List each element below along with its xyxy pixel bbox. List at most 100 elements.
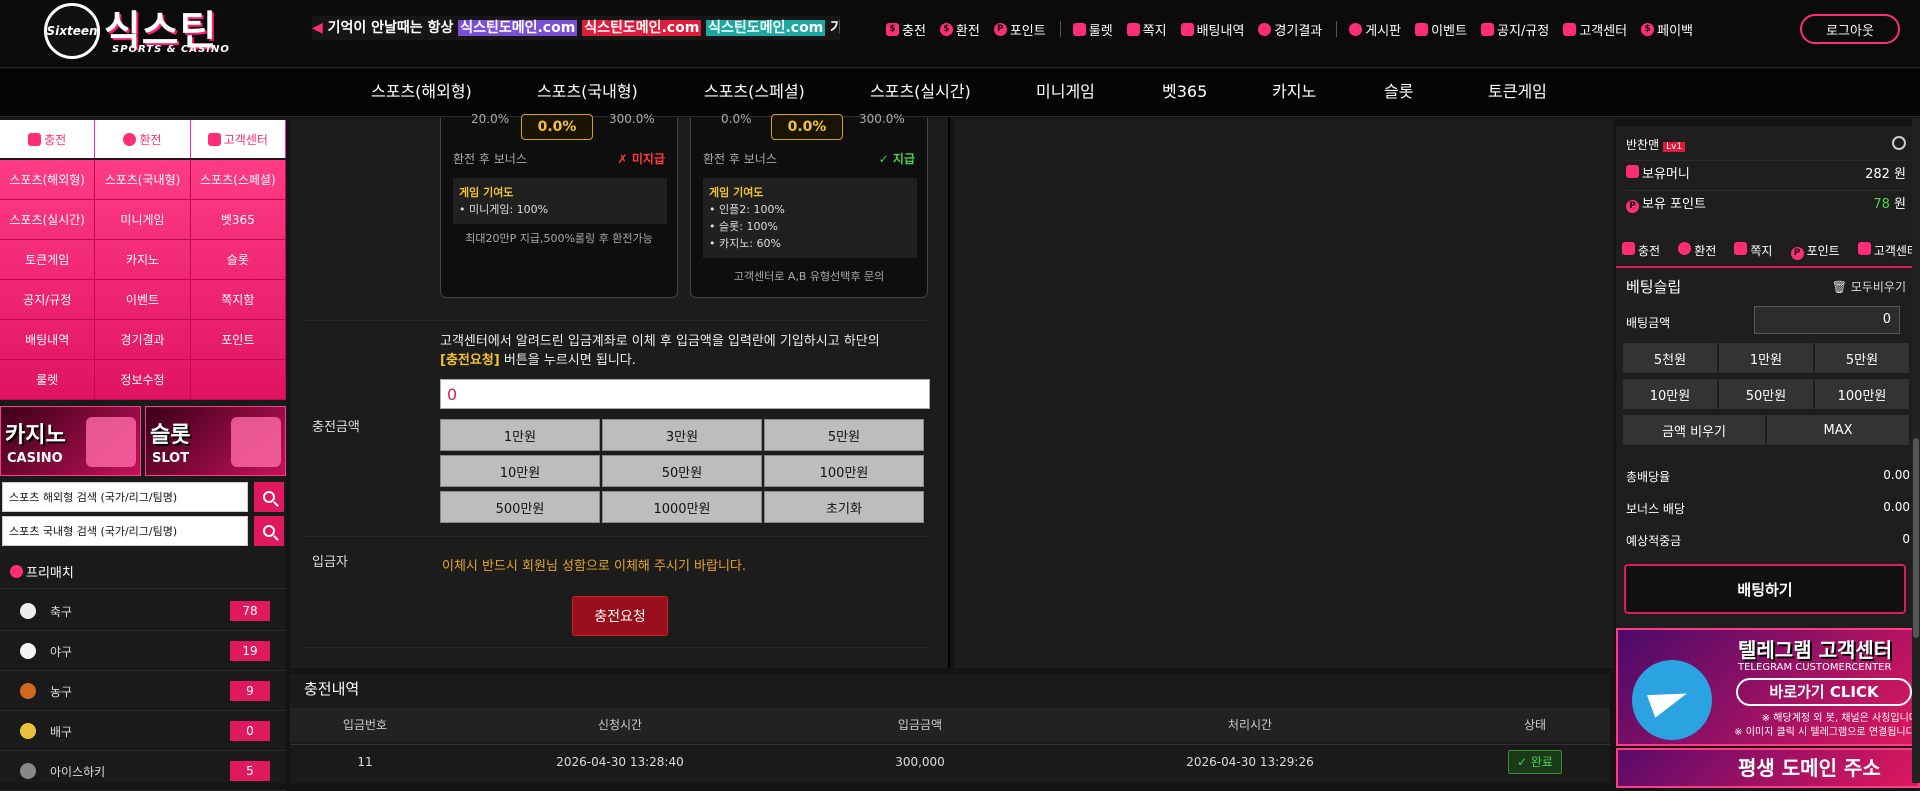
ticker-domain-3: 식스틴도메인.com [706,20,826,36]
main-nav-bet365[interactable]: 벳365 [1162,69,1207,117]
site-logo[interactable]: Sixteen 식스틴 SPORTS & CASINO [42,0,252,60]
menu-inbox[interactable]: 쪽지함 [190,280,286,320]
bet-amount-input[interactable]: 0 [1754,306,1900,334]
main-nav-token-game[interactable]: 토큰게임 [1488,69,1547,117]
menu-casino[interactable]: 카지노 [95,240,191,280]
sport-baseball[interactable]: 야구 19 [0,631,286,671]
menu-edit-info[interactable]: 정보수정 [95,360,191,400]
max-button[interactable]: MAX [1766,414,1910,446]
scrollbar-thumb[interactable] [1913,438,1919,638]
empty-panel [954,118,1614,668]
quick-tab-charge[interactable]: 충전 [0,120,96,158]
menu-token-game[interactable]: 토큰게임 [0,240,96,280]
menu-sports-special[interactable]: 스포츠(스페셜) [190,160,286,200]
bonus-card-b[interactable]: 0.0% 0.0% 300.0% 환전 후 보너스 ✓ 지급 게임 기여도 • … [690,112,928,298]
main-nav-sports-special[interactable]: 스포츠(스페셜) [704,69,805,117]
amount-btn-10m[interactable]: 1000만원 [602,491,762,523]
search-intl-input[interactable]: 스포츠 해외형 검색 (국가/리그/팀명) [2,482,248,512]
main-nav-sports-domestic[interactable]: 스포츠(국내형) [537,69,638,117]
sport-icehockey[interactable]: 아이스하키 5 [0,751,286,791]
place-bet-button[interactable]: 배팅하기 [1624,564,1906,614]
top-nav-point[interactable]: P 포인트 [993,18,1046,40]
top-nav-roulette[interactable]: 룰렛 [1072,18,1113,40]
top-nav-notice[interactable]: 공지/규정 [1481,18,1549,40]
menu-notice[interactable]: 공지/규정 [0,280,96,320]
user-link-support[interactable]: 고객센터 [1857,242,1918,260]
amount-btn-1m[interactable]: 100만원 [764,455,924,487]
menu-results[interactable]: 경기결과 [95,320,191,360]
game-banners: 카지노 CASINO 슬롯 SLOT [0,406,286,476]
casino-banner[interactable]: 카지노 CASINO [0,406,141,476]
chip-500k[interactable]: 50만원 [1718,378,1814,410]
search-domestic-input[interactable]: 스포츠 국내형 검색 (국가/리그/팀명) [2,516,248,546]
menu-sports-domestic[interactable]: 스포츠(국내형) [95,160,191,200]
chip-50k[interactable]: 5만원 [1814,342,1910,374]
domain-banner[interactable]: 평생 도메인 주소 [1616,748,1920,788]
menu-slot[interactable]: 슬롯 [190,240,286,280]
cards-icon [86,417,136,467]
top-nav-board[interactable]: 게시판 [1349,18,1401,40]
user-link-exchange[interactable]: 환전 [1678,242,1716,260]
quick-tab-support[interactable]: 고객센터 [191,120,286,158]
power-icon[interactable] [1892,136,1906,150]
menu-bet-history[interactable]: 배팅내역 [0,320,96,360]
bet-amount-label: 배팅금액 [1626,316,1671,330]
search-domestic-button[interactable] [254,516,284,546]
logout-button[interactable]: 로그아웃 [1800,14,1900,44]
chip-100k[interactable]: 10만원 [1622,378,1718,410]
top-nav-event[interactable]: 이벤트 [1415,18,1467,40]
top-nav-message[interactable]: 쪽지 [1126,18,1167,40]
chip-5k[interactable]: 5천원 [1622,342,1718,374]
top-nav-exchange[interactable]: $ 환전 [939,18,980,40]
main-nav-slot[interactable]: 슬롯 [1384,69,1413,117]
top-nav-results[interactable]: 경기결과 [1258,18,1322,40]
sport-basketball[interactable]: 농구 9 [0,671,286,711]
amount-input[interactable]: 0 [440,379,930,409]
slot-banner[interactable]: 슬롯 SLOT [145,406,286,476]
amount-btn-5m[interactable]: 500만원 [440,491,600,523]
user-link-charge[interactable]: 충전 [1622,242,1660,260]
count-badge: 5 [230,761,270,781]
amount-btn-50k[interactable]: 5만원 [764,419,924,451]
top-nav-charge[interactable]: $ 충전 [886,18,926,40]
menu-point[interactable]: 포인트 [190,320,286,360]
clear-all-button[interactable]: 🗑 모두비우기 [1832,278,1906,295]
search-intl-button[interactable] [254,482,284,512]
amount-btn-100k[interactable]: 10만원 [440,455,600,487]
user-link-message[interactable]: 쪽지 [1734,242,1772,260]
user-link-point[interactable]: P 포인트 [1790,242,1840,260]
main-nav-sports-intl[interactable]: 스포츠(해외형) [371,69,472,117]
amount-reset-button[interactable]: 초기화 [764,491,924,523]
menu-sports-live[interactable]: 스포츠(실시간) [0,200,96,240]
menu-event[interactable]: 이벤트 [95,280,191,320]
chip-1m[interactable]: 100만원 [1814,378,1910,410]
bonus-card-a[interactable]: 20.0% 0.0% 300.0% 환전 후 보너스 ✗ 미지급 게임 기여도 … [440,112,678,298]
amount-btn-30k[interactable]: 3만원 [602,419,762,451]
main-nav-sports-live[interactable]: 스포츠(실시간) [870,69,971,117]
sport-soccer[interactable]: 축구 78 [0,591,286,631]
moneybag-icon [123,132,137,146]
clear-amount-button[interactable]: 금액 비우기 [1622,414,1766,446]
slot-banner-sub: SLOT [152,451,190,466]
main-nav-casino[interactable]: 카지노 [1272,69,1316,117]
menu-bet365[interactable]: 벳365 [190,200,286,240]
count-badge: 0 [230,721,270,741]
table-row[interactable]: 11 2026-04-30 13:28:40 300,000 2026-04-3… [290,744,1610,780]
chip-10k[interactable]: 1만원 [1718,342,1814,374]
quick-tab-exchange[interactable]: 환전 [95,120,191,158]
prematch-header[interactable]: 프리매치 [0,555,286,589]
top-nav-bet-history[interactable]: 배팅내역 [1180,18,1244,40]
amount-btn-10k[interactable]: 1만원 [440,419,600,451]
sport-volleyball[interactable]: 배구 0 [0,711,286,751]
menu-sports-intl[interactable]: 스포츠(해외형) [0,160,96,200]
top-nav-support[interactable]: 고객센터 [1563,18,1627,40]
scrollbar[interactable] [1912,118,1920,783]
menu-roulette[interactable]: 룰렛 [0,360,96,400]
amount-btn-500k[interactable]: 50만원 [602,455,762,487]
deposit-request-button[interactable]: 충전요청 [572,596,668,636]
menu-minigame[interactable]: 미니게임 [95,200,191,240]
telegram-banner[interactable]: 텔레그램 고객센터 TELEGRAM CUSTOMERCENTER 바로가기 C… [1616,628,1920,746]
top-nav-payback[interactable]: $ 페이백 [1641,18,1693,40]
main-nav-minigame[interactable]: 미니게임 [1036,69,1095,117]
headset-icon [1563,22,1577,36]
